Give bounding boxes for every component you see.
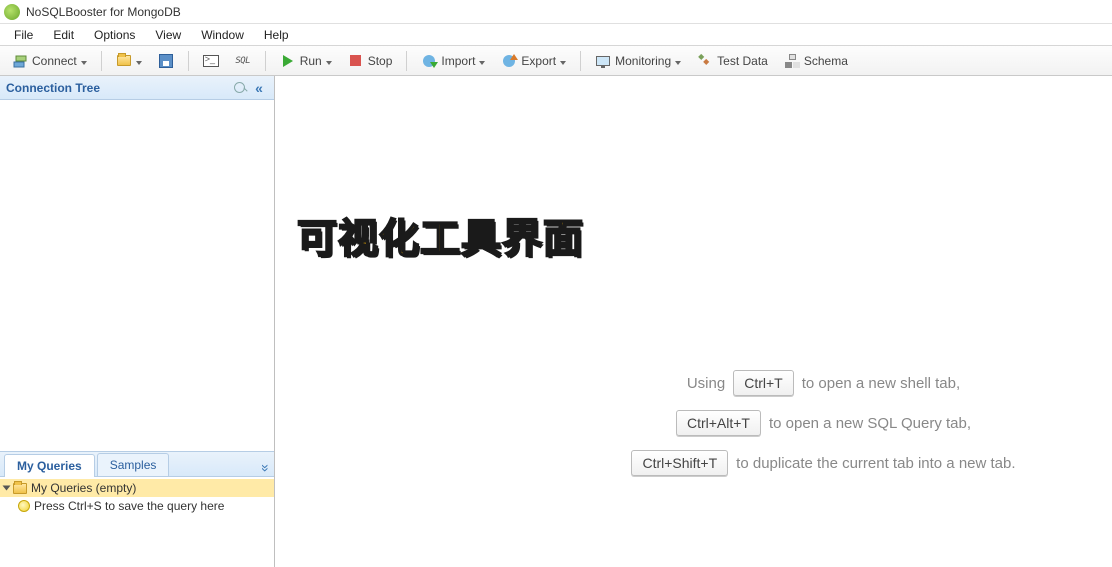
import-icon — [421, 53, 437, 69]
queries-root-label: My Queries (empty) — [31, 481, 136, 495]
tab-samples[interactable]: Samples — [97, 453, 170, 476]
caret-icon — [560, 54, 566, 68]
collapse-icon[interactable] — [250, 79, 268, 97]
monitoring-label: Monitoring — [615, 54, 671, 68]
app-title: NoSQLBooster for MongoDB — [26, 5, 181, 19]
sidebar: Connection Tree My Queries Samples My Qu… — [0, 76, 275, 567]
shell-button[interactable] — [196, 49, 226, 73]
caret-icon — [326, 54, 332, 68]
schema-icon — [784, 53, 800, 69]
kbd-ctrl-t: Ctrl+T — [733, 370, 794, 396]
hint-post: to open a new SQL Query tab, — [769, 415, 971, 432]
hint-pre: Using — [687, 375, 725, 392]
tab-my-queries[interactable]: My Queries — [4, 454, 95, 477]
sql-icon: SQL — [235, 53, 251, 69]
toolbar-separator — [580, 51, 581, 71]
export-label: Export — [521, 54, 556, 68]
hint-row-new-shell: Using Ctrl+T to open a new shell tab, — [555, 370, 1092, 396]
app-icon — [4, 4, 20, 20]
connect-button[interactable]: Connect — [5, 49, 94, 73]
play-icon — [280, 53, 296, 69]
menu-file[interactable]: File — [4, 26, 43, 44]
test-data-icon — [697, 53, 713, 69]
toolbar-separator — [265, 51, 266, 71]
connect-label: Connect — [32, 54, 77, 68]
caret-icon — [136, 54, 142, 68]
menu-edit[interactable]: Edit — [43, 26, 84, 44]
toolbar-separator — [406, 51, 407, 71]
folder-icon — [116, 53, 132, 69]
hint-post: to open a new shell tab, — [802, 375, 960, 392]
schema-label: Schema — [804, 54, 848, 68]
main-area: Connection Tree My Queries Samples My Qu… — [0, 76, 1112, 567]
save-icon — [158, 53, 174, 69]
connection-tree-title: Connection Tree — [6, 81, 100, 95]
expand-icon[interactable] — [262, 460, 270, 476]
title-bar: NoSQLBooster for MongoDB — [0, 0, 1112, 24]
caret-icon — [479, 54, 485, 68]
menu-view[interactable]: View — [145, 26, 191, 44]
stop-icon — [348, 53, 364, 69]
kbd-ctrl-shift-t: Ctrl+Shift+T — [631, 450, 728, 476]
menu-help[interactable]: Help — [254, 26, 299, 44]
run-button[interactable]: Run — [273, 49, 339, 73]
import-button[interactable]: Import — [414, 49, 492, 73]
monitoring-button[interactable]: Monitoring — [588, 49, 688, 73]
menu-bar: File Edit Options View Window Help — [0, 24, 1112, 46]
run-label: Run — [300, 54, 322, 68]
hint-row-duplicate: Ctrl+Shift+T to duplicate the current ta… — [555, 450, 1092, 476]
toolbar-separator — [188, 51, 189, 71]
import-label: Import — [441, 54, 475, 68]
export-button[interactable]: Export — [494, 49, 573, 73]
queries-hint-row: Press Ctrl+S to save the query here — [0, 497, 274, 515]
triangle-icon — [4, 484, 9, 492]
shortcut-hints: Using Ctrl+T to open a new shell tab, Ct… — [555, 356, 1092, 490]
stop-button[interactable]: Stop — [341, 49, 400, 73]
hint-row-new-sql: Ctrl+Alt+T to open a new SQL Query tab, — [555, 410, 1092, 436]
toolbar: Connect SQL Run Stop Import Export Monit… — [0, 46, 1112, 76]
search-icon[interactable] — [232, 79, 250, 97]
folder-icon — [13, 483, 27, 494]
kbd-ctrl-alt-t: Ctrl+Alt+T — [676, 410, 761, 436]
save-button[interactable] — [151, 49, 181, 73]
queries-hint-label: Press Ctrl+S to save the query here — [34, 499, 224, 513]
queries-tabstrip: My Queries Samples — [0, 451, 274, 477]
overlay-annotation: 可视化工具界面 — [297, 206, 584, 264]
export-icon — [501, 53, 517, 69]
shell-icon — [203, 53, 219, 69]
menu-window[interactable]: Window — [191, 26, 254, 44]
caret-icon — [675, 54, 681, 68]
schema-button[interactable]: Schema — [777, 49, 855, 73]
sql-button[interactable]: SQL — [228, 49, 258, 73]
toolbar-separator — [101, 51, 102, 71]
open-button[interactable] — [109, 49, 149, 73]
queries-body: My Queries (empty) Press Ctrl+S to save … — [0, 477, 274, 567]
caret-icon — [81, 54, 87, 68]
queries-root-row[interactable]: My Queries (empty) — [0, 479, 274, 497]
test-data-label: Test Data — [717, 54, 768, 68]
menu-options[interactable]: Options — [84, 26, 145, 44]
monitor-icon — [595, 53, 611, 69]
test-data-button[interactable]: Test Data — [690, 49, 775, 73]
connection-tree-header: Connection Tree — [0, 76, 274, 100]
connect-icon — [12, 53, 28, 69]
content-area: 可视化工具界面 Using Ctrl+T to open a new shell… — [275, 76, 1112, 567]
connection-tree-body[interactable] — [0, 100, 274, 451]
hint-post: to duplicate the current tab into a new … — [736, 455, 1015, 472]
bulb-icon — [18, 500, 30, 512]
stop-label: Stop — [368, 54, 393, 68]
